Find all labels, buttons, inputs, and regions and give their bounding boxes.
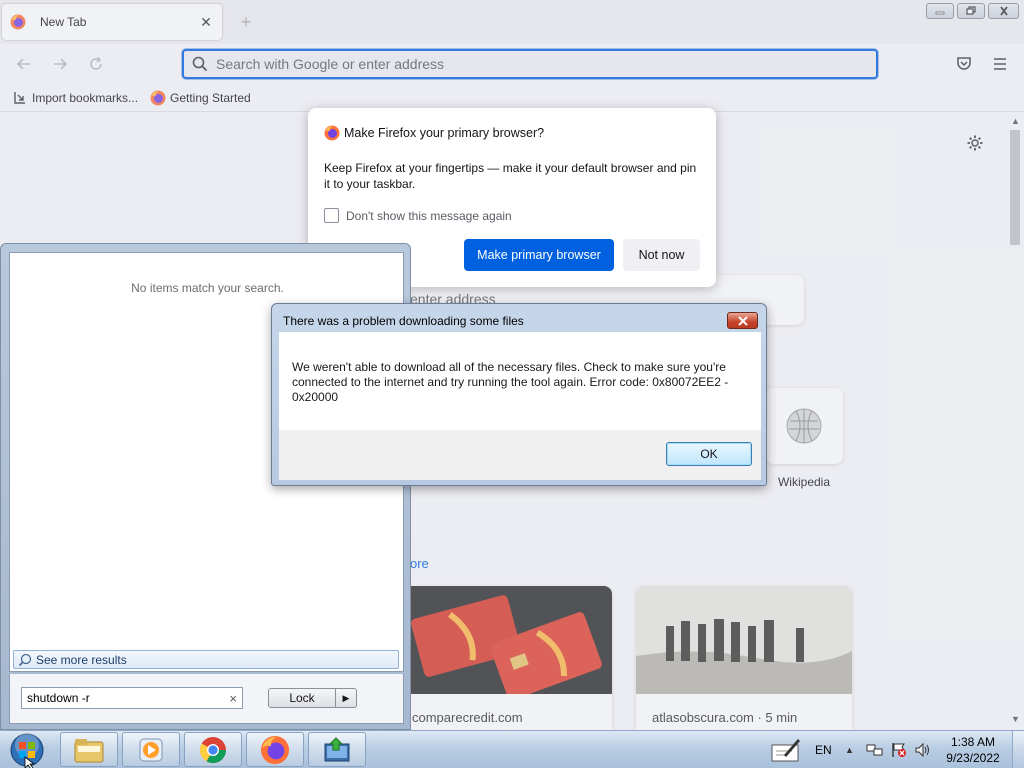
see-more-results-link[interactable]: See more results bbox=[13, 650, 399, 669]
dialog-title: Make Firefox your primary browser? bbox=[344, 126, 545, 140]
taskbar-chrome-button[interactable] bbox=[184, 732, 242, 767]
folder-icon bbox=[74, 738, 104, 762]
system-clock[interactable]: 1:38 AM 9/23/2022 bbox=[940, 734, 1006, 766]
start-search-box[interactable]: × bbox=[21, 687, 243, 709]
show-hidden-icons-chevron-icon[interactable]: ▲ bbox=[845, 731, 854, 768]
make-primary-browser-button[interactable]: Make primary browser bbox=[464, 239, 614, 271]
close-icon bbox=[737, 316, 748, 326]
taskbar-firefox-button[interactable] bbox=[246, 732, 304, 767]
clock-date: 9/23/2022 bbox=[946, 751, 1000, 765]
taskbar: EN ▲ 1:38 AM 9/23/2022 bbox=[0, 730, 1024, 768]
ok-button[interactable]: OK bbox=[666, 442, 752, 466]
setup-tool-icon bbox=[324, 736, 350, 761]
taskbar-explorer-button[interactable] bbox=[60, 732, 118, 767]
error-dialog-title: There was a problem downloading some fil… bbox=[283, 314, 524, 328]
not-now-button[interactable]: Not now bbox=[623, 239, 700, 271]
dont-show-again-checkbox[interactable]: Don't show this message again bbox=[324, 208, 512, 223]
volume-speaker-icon[interactable] bbox=[914, 731, 932, 768]
no-results-text: No items match your search. bbox=[131, 281, 284, 295]
firefox-logo-icon bbox=[324, 125, 340, 141]
network-icon[interactable] bbox=[866, 731, 884, 768]
checkbox-box[interactable] bbox=[324, 208, 339, 223]
clear-search-icon[interactable]: × bbox=[229, 691, 237, 706]
language-indicator[interactable]: EN bbox=[815, 731, 832, 768]
taskbar-media-player-button[interactable] bbox=[122, 732, 180, 767]
tray-action-center[interactable] bbox=[770, 731, 804, 768]
taskbar-setup-tool-button[interactable] bbox=[308, 732, 366, 767]
chrome-icon bbox=[199, 736, 227, 763]
magnifier-icon bbox=[18, 653, 32, 666]
error-dialog-body: We weren't able to download all of the n… bbox=[279, 332, 761, 430]
clock-time: 1:38 AM bbox=[950, 735, 996, 749]
show-desktop-button[interactable] bbox=[1012, 731, 1024, 768]
dialog-message: Keep Firefox at your fingertips — make i… bbox=[324, 161, 697, 191]
see-more-label: See more results bbox=[36, 652, 127, 667]
windows-start-orb-icon[interactable] bbox=[5, 731, 45, 768]
error-message: We weren't able to download all of the n… bbox=[292, 360, 729, 404]
notepad-pen-icon bbox=[771, 739, 800, 762]
error-dialog-close-button[interactable] bbox=[727, 312, 758, 329]
checkbox-label: Don't show this message again bbox=[346, 208, 512, 223]
lock-button[interactable]: Lock bbox=[268, 688, 336, 708]
media-player-icon bbox=[139, 738, 163, 761]
firefox-logo-icon bbox=[260, 735, 290, 764]
start-search-input[interactable] bbox=[27, 691, 217, 705]
download-error-dialog: There was a problem downloading some fil… bbox=[271, 303, 767, 486]
power-options-arrow-icon[interactable]: ▶ bbox=[336, 688, 357, 708]
action-center-flag-icon[interactable] bbox=[890, 731, 908, 768]
